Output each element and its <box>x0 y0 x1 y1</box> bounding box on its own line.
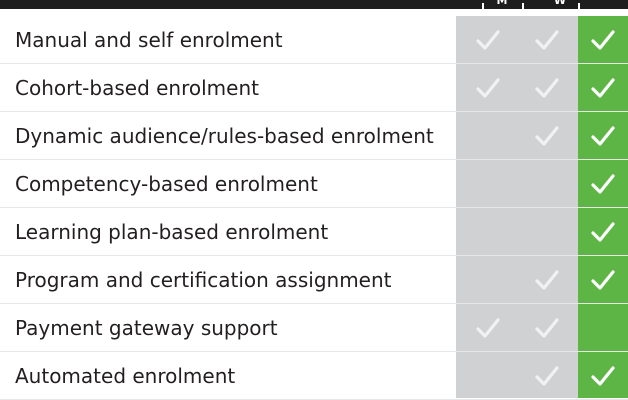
cell-col3 <box>583 160 623 208</box>
check-icon <box>590 221 616 243</box>
cell-col1 <box>468 304 508 352</box>
check-icon <box>534 365 560 387</box>
cell-col1 <box>468 112 508 160</box>
cell-col3 <box>583 64 623 112</box>
check-icon <box>534 77 560 99</box>
table-row: Competency-based enrolment <box>0 160 628 208</box>
cell-col1 <box>468 64 508 112</box>
feature-label: Program and certification assignment <box>15 268 392 292</box>
table-row: Cohort-based enrolment <box>0 64 628 112</box>
cell-col3 <box>583 16 623 64</box>
table-row: Manual and self enrolment <box>0 16 628 64</box>
check-icon <box>590 77 616 99</box>
check-icon <box>534 29 560 51</box>
cell-col2 <box>527 208 567 256</box>
check-icon <box>475 77 501 99</box>
cell-col1 <box>468 208 508 256</box>
cell-col2 <box>527 160 567 208</box>
cell-col1 <box>468 256 508 304</box>
feature-label: Dynamic audience/rules-based enrolment <box>15 124 434 148</box>
column-header-m: M <box>496 0 508 7</box>
cell-col2 <box>527 304 567 352</box>
table-row: Dynamic audience/rules-based enrolment <box>0 112 628 160</box>
feature-label: Automated enrolment <box>15 364 236 388</box>
cell-col3 <box>583 112 623 160</box>
check-icon <box>534 317 560 339</box>
cell-col2 <box>527 256 567 304</box>
cell-col3 <box>583 256 623 304</box>
check-icon <box>534 269 560 291</box>
check-icon <box>590 173 616 195</box>
cell-col3 <box>583 304 623 352</box>
cell-col2 <box>527 64 567 112</box>
cell-col1 <box>468 16 508 64</box>
check-icon <box>534 125 560 147</box>
feature-label: Manual and self enrolment <box>15 28 283 52</box>
table-row: Payment gateway support <box>0 304 628 352</box>
table-row: Automated enrolment <box>0 352 628 400</box>
feature-label: Competency-based enrolment <box>15 172 318 196</box>
cell-col2 <box>527 352 567 400</box>
cell-col1 <box>468 160 508 208</box>
feature-table: Manual and self enrolment Cohort-based en… <box>0 16 628 400</box>
header-separator <box>578 3 580 9</box>
check-icon <box>590 29 616 51</box>
header-separator <box>482 3 484 9</box>
check-icon <box>475 317 501 339</box>
table-row: Learning plan-based enrolment <box>0 208 628 256</box>
check-icon <box>590 125 616 147</box>
check-icon <box>475 29 501 51</box>
header-separator <box>522 3 524 9</box>
feature-label: Payment gateway support <box>15 316 278 340</box>
feature-label: Learning plan-based enrolment <box>15 220 329 244</box>
feature-label: Cohort-based enrolment <box>15 76 259 100</box>
cell-col2 <box>527 112 567 160</box>
table-row: Program and certification assignment <box>0 256 628 304</box>
cell-col2 <box>527 16 567 64</box>
column-header-w: W <box>553 0 567 7</box>
cell-col3 <box>583 352 623 400</box>
check-icon <box>590 269 616 291</box>
check-icon <box>590 365 616 387</box>
header-bar: M W <box>0 0 628 9</box>
cell-col1 <box>468 352 508 400</box>
cell-col3 <box>583 208 623 256</box>
